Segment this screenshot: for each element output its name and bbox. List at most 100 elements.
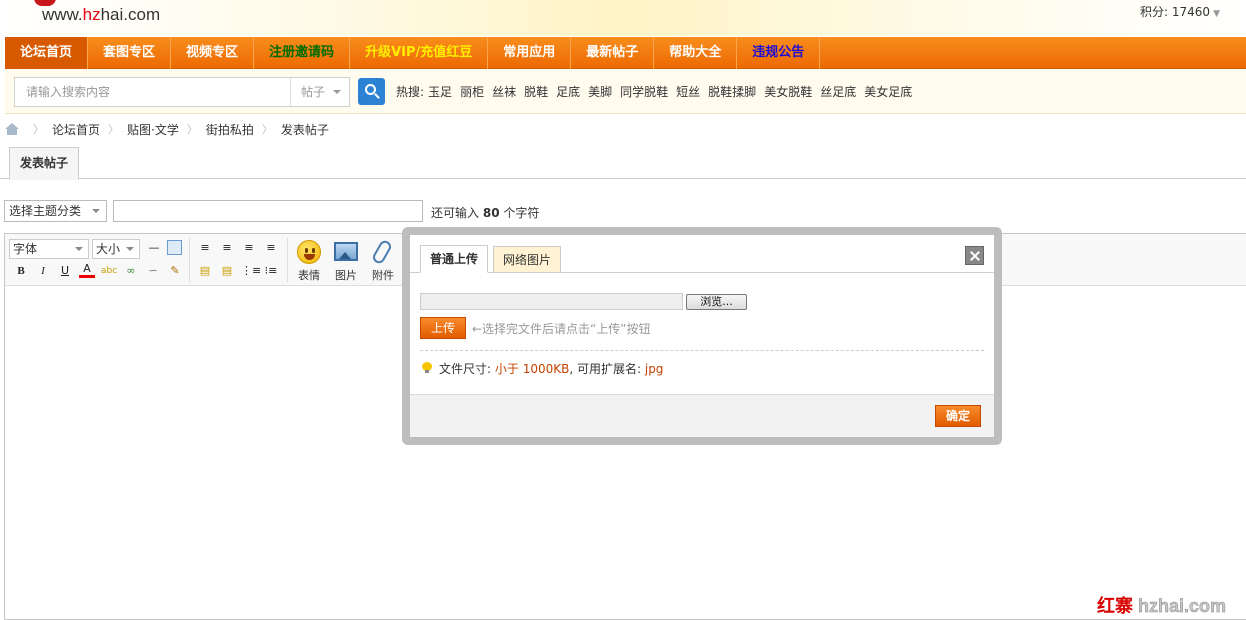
font-family-select[interactable]: 字体 xyxy=(9,239,89,259)
search-input[interactable] xyxy=(15,78,290,106)
hot-search-label: 热搜: xyxy=(396,85,425,99)
tab-new-post[interactable]: 发表帖子 xyxy=(9,147,79,180)
home-icon[interactable] xyxy=(5,123,19,135)
file-size-info: 文件尺寸: 小于 1000KB, 可用扩展名: jpg xyxy=(439,360,663,377)
upload-button[interactable]: 上传 xyxy=(420,317,466,339)
horizontal-rule-icon[interactable]: — xyxy=(146,240,162,256)
underline-icon[interactable]: U xyxy=(57,263,73,279)
hot-word[interactable]: 脱鞋揉脚 xyxy=(708,83,756,101)
nav-item-vip-upgrade[interactable]: 升级VIP/充值红豆 xyxy=(350,37,489,69)
float-left-icon[interactable]: ▤ xyxy=(197,263,213,279)
file-path-field[interactable] xyxy=(420,293,683,310)
align-justify-icon[interactable]: ≡ xyxy=(263,240,279,256)
char-count-tip: 还可输入 80 个字符 xyxy=(431,204,539,221)
watermark-en: hzhai.com xyxy=(1132,596,1227,617)
hot-word[interactable]: 脱鞋 xyxy=(524,83,548,101)
main-nav: 论坛首页 套图专区 视频专区 注册邀请码 升级VIP/充值红豆 常用应用 最新帖… xyxy=(5,37,1246,69)
search-bar: 帖子 热搜: 玉足 丽柜 丝袜 脱鞋 足底 美脚 同学脱鞋 短丝 脱鞋揉脚 美女… xyxy=(5,69,1246,114)
nav-item-image-sets[interactable]: 套图专区 xyxy=(88,37,172,69)
unlink-icon[interactable]: ∽ xyxy=(145,263,161,279)
hot-word[interactable]: 丝足底 xyxy=(820,83,856,101)
site-url-suffix: hai.com xyxy=(100,5,161,24)
highlight-icon[interactable]: abc xyxy=(101,263,117,279)
search-button[interactable] xyxy=(358,78,385,105)
chevron-down-icon xyxy=(333,90,341,94)
breadcrumb-subforum[interactable]: 街拍私拍 xyxy=(206,121,254,138)
search-type-label: 帖子 xyxy=(301,85,326,99)
upload-tip: ←选择完文件后请点击“上传”按钮 xyxy=(472,322,651,336)
credits-menu[interactable]: 积分: 17460 ▼ xyxy=(1140,3,1220,20)
nav-item-videos[interactable]: 视频专区 xyxy=(171,37,255,69)
hot-word[interactable]: 美女脱鞋 xyxy=(764,83,812,101)
search-box: 帖子 xyxy=(14,77,350,107)
breadcrumb-section[interactable]: 贴图·文学 xyxy=(127,121,179,138)
browse-button[interactable]: 浏览... xyxy=(686,294,747,310)
lightbulb-base xyxy=(425,370,429,373)
table-icon[interactable] xyxy=(167,240,182,255)
upload-dialog: 普通上传 网络图片 浏览... 上传 ←选择完文件后请点击“上传”按钮 文件尺寸… xyxy=(410,235,994,437)
breadcrumb-current: 发表帖子 xyxy=(280,122,329,137)
upload-dialog-frame: 普通上传 网络图片 浏览... 上传 ←选择完文件后请点击“上传”按钮 文件尺寸… xyxy=(402,227,1002,445)
clear-format-icon[interactable]: ✎ xyxy=(167,263,183,279)
post-tabs: 发表帖子 xyxy=(0,146,1246,180)
tab-normal-upload[interactable]: 普通上传 xyxy=(420,245,489,273)
link-icon[interactable]: ∞ xyxy=(123,263,139,279)
search-icon-handle xyxy=(374,93,380,99)
nav-item-latest-posts[interactable]: 最新帖子 xyxy=(571,37,655,69)
smiley-button[interactable]: 表情 xyxy=(294,238,324,282)
breadcrumb-forum-home[interactable]: 论坛首页 xyxy=(52,121,100,138)
post-title-input[interactable] xyxy=(113,200,423,222)
italic-icon[interactable]: I xyxy=(35,263,51,279)
nav-item-violation-notice[interactable]: 违规公告 xyxy=(737,37,821,69)
ordered-list-icon[interactable]: ⋮≡ xyxy=(241,263,261,279)
watermark: 红寨 hzhai.com xyxy=(1097,592,1226,618)
lightbulb-icon xyxy=(422,362,432,374)
unordered-list-icon[interactable]: ⁝≡ xyxy=(263,263,279,279)
watermark-cn: 红寨 xyxy=(1096,596,1133,616)
breadcrumb: 〉 论坛首页 〉 贴图·文学 〉 街拍私拍 〉 发表帖子 xyxy=(5,121,329,137)
image-icon xyxy=(334,242,358,261)
nav-item-forum-home[interactable]: 论坛首页 xyxy=(5,37,89,69)
chevron-down-icon xyxy=(92,209,100,213)
chevron-right-icon: 〉 xyxy=(33,123,44,136)
site-url[interactable]: www.hzhai.com xyxy=(42,5,160,25)
hot-word[interactable]: 足底 xyxy=(556,83,580,101)
nav-item-help[interactable]: 帮助大全 xyxy=(654,37,738,69)
category-select-label: 选择主题分类 xyxy=(9,204,82,218)
tab-web-image[interactable]: 网络图片 xyxy=(493,246,562,273)
char-tip-count: 80 xyxy=(482,206,500,220)
hot-word[interactable]: 丝袜 xyxy=(492,83,516,101)
attachment-label: 附件 xyxy=(372,269,394,282)
category-select[interactable]: 选择主题分类 xyxy=(4,200,107,222)
credits-label: 积分: 17460 xyxy=(1140,5,1211,19)
nav-item-apps[interactable]: 常用应用 xyxy=(488,37,572,69)
align-left-icon[interactable]: ≡ xyxy=(197,240,213,256)
divider xyxy=(420,350,984,351)
align-right-icon[interactable]: ≡ xyxy=(241,240,257,256)
smiley-mouth xyxy=(304,254,315,260)
attachment-button[interactable]: 附件 xyxy=(368,238,398,282)
char-tip-prefix: 还可输入 xyxy=(431,206,480,220)
confirm-button[interactable]: 确定 xyxy=(935,405,981,427)
image-button[interactable]: 图片 xyxy=(331,238,361,282)
search-type-select[interactable]: 帖子 xyxy=(290,78,350,106)
font-family-label: 字体 xyxy=(13,242,38,256)
hot-word[interactable]: 美女足底 xyxy=(864,83,912,101)
hot-word[interactable]: 美脚 xyxy=(588,83,612,101)
nav-item-invite-code[interactable]: 注册邀请码 xyxy=(254,37,351,69)
hot-word[interactable]: 丽柜 xyxy=(460,83,484,101)
hot-word[interactable]: 同学脱鞋 xyxy=(620,83,668,101)
chevron-right-icon: 〉 xyxy=(108,123,120,136)
close-icon[interactable] xyxy=(965,246,984,265)
align-center-icon[interactable]: ≡ xyxy=(219,240,235,256)
chevron-down-icon: ▼ xyxy=(1213,9,1220,19)
hot-word[interactable]: 玉足 xyxy=(428,83,452,101)
font-size-select[interactable]: 大小 xyxy=(92,239,140,259)
hot-word[interactable]: 短丝 xyxy=(676,83,700,101)
font-color-icon[interactable]: A xyxy=(79,262,95,278)
bold-icon[interactable]: B xyxy=(13,263,29,279)
upload-dialog-footer: 确定 xyxy=(410,394,994,437)
image-icon-mountain xyxy=(339,252,351,259)
float-right-icon[interactable]: ▤ xyxy=(219,263,235,279)
smiley-icon xyxy=(297,240,321,264)
